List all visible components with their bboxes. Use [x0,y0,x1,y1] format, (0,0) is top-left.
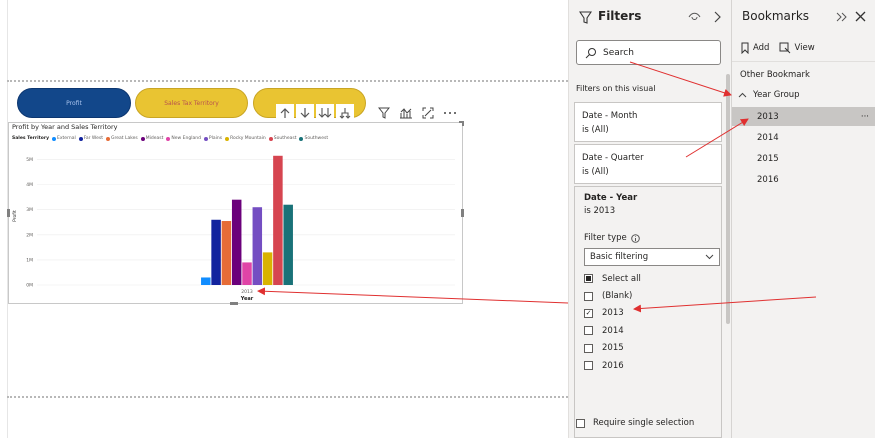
bar[interactable] [252,207,263,285]
option-2013[interactable]: ✓ 2013 [584,305,712,322]
filter-icon[interactable] [376,106,392,120]
drill-down-icon[interactable] [296,104,314,122]
filter-field: Date - Quarter [582,153,644,163]
bar[interactable] [242,262,252,285]
view-bookmark-button[interactable]: View [779,42,815,54]
option-select-all[interactable]: Select all [584,270,712,287]
bookmark-item-2013[interactable]: 2013 ··· [732,107,875,126]
more-options-icon[interactable] [442,106,458,120]
checkbox[interactable] [584,326,593,336]
resize-handle-bottom[interactable] [230,302,238,305]
bar[interactable] [283,204,293,285]
resize-handle-corner[interactable] [459,121,464,126]
expand-next-level-icon[interactable] [316,104,334,122]
filter-icon [579,11,592,24]
bookmark-item-2015[interactable]: 2015 [732,149,875,168]
filter-value: is 2013 [584,206,616,216]
bookmark-group[interactable]: Year Group [738,90,800,100]
report-canvas: Profit Sales Tax Territory Profit by Yea… [0,0,568,438]
bookmark-add-icon [741,42,749,54]
eye-icon[interactable] [688,12,701,22]
drill-toolbar [276,104,354,122]
filters-section-label: Filters on this visual [576,84,656,93]
option-2016[interactable]: 2016 [584,357,712,374]
resize-handle-right[interactable] [461,209,464,217]
checkbox[interactable] [576,418,585,428]
filter-type-dropdown[interactable]: Basic filtering [584,248,720,266]
require-single-selection[interactable]: Require single selection [576,418,694,428]
bar[interactable] [273,155,283,285]
option-2014[interactable]: 2014 [584,322,712,339]
bar[interactable] [201,277,211,285]
y-tick-label: 5M [26,157,33,163]
chevron-right-icon[interactable] [713,11,721,23]
filter-value: is (All) [582,167,609,177]
close-icon[interactable] [855,11,866,22]
chevron-down-icon [705,254,714,260]
y-tick-label: 1M [26,257,33,263]
bookmark-item-2014[interactable]: 2014 [732,128,875,147]
drill-up-icon[interactable] [276,104,294,122]
visual-header [376,106,458,120]
more-options-icon[interactable]: ··· [861,112,869,122]
y-tick-label: 0M [26,283,33,289]
filters-title: Filters [598,9,642,23]
y-axis-label: Profit [12,210,18,222]
bar[interactable] [221,221,232,285]
filter-card-month[interactable]: Date - Month is (All) [574,102,722,142]
view-icon [779,42,791,54]
search-input[interactable]: Search [603,48,634,58]
filter-card-year[interactable]: Date - Year is 2013 Filter type Basic fi… [574,186,722,438]
checkbox[interactable] [584,291,593,301]
focus-mode-icon[interactable] [420,106,436,120]
filter-card-quarter[interactable]: Date - Quarter is (All) [574,144,722,184]
filter-type-label: Filter type [584,233,712,243]
filter-value: is (All) [582,125,609,135]
filters-pane: Filters Search Filters on this visual Da… [568,0,731,438]
collapse-pane-icon[interactable] [836,12,848,22]
filters-scrollbar[interactable] [726,74,730,324]
profit-chart[interactable]: Profit by Year and Sales Territory Sales… [7,121,464,305]
y-tick-label: 3M [26,207,33,213]
x-tick-label: 2013 [241,289,253,295]
option-2015[interactable]: 2015 [584,340,712,357]
info-icon[interactable] [630,233,640,243]
checkbox-checked[interactable]: ✓ [584,308,593,318]
resize-handle-left[interactable] [7,209,10,217]
y-tick-label: 4M [26,182,33,188]
bar[interactable] [262,252,273,285]
bookmarks-toolbar: Add View [740,42,815,54]
bar[interactable] [211,219,221,285]
filter-field: Date - Year [584,193,638,203]
checkbox[interactable] [584,274,593,284]
bookmark-item-2016[interactable]: 2016 [732,170,875,189]
search-icon [585,47,596,58]
y-tick-label: 2M [26,232,33,238]
chart-plot: 0M 1M 2M 3M 4M 5M Profit 2013Year [12,155,455,302]
visual-analytics-icon[interactable] [398,106,414,120]
page-boundary-top [7,80,568,82]
bookmarks-pane: Bookmarks Add View Other Bookmark Year G… [731,0,875,438]
profit-button[interactable]: Profit [17,88,131,118]
expand-hierarchy-icon[interactable] [336,104,354,122]
filter-field: Date - Month [582,111,638,121]
add-bookmark-button[interactable]: Add [740,42,769,54]
bookmark-other[interactable]: Other Bookmark [740,70,810,80]
option-blank[interactable]: (Blank) [584,287,712,304]
page-boundary-bottom [7,396,568,398]
bookmarks-title: Bookmarks [742,9,810,23]
search-box[interactable]: Search [576,40,721,65]
checkbox[interactable] [584,343,593,353]
divider [732,61,875,62]
checkbox[interactable] [584,361,593,371]
sales-tax-territory-button[interactable]: Sales Tax Territory [135,88,248,118]
chevron-up-icon [738,92,747,98]
bar[interactable] [231,199,242,285]
x-axis-label: Year [240,296,254,302]
